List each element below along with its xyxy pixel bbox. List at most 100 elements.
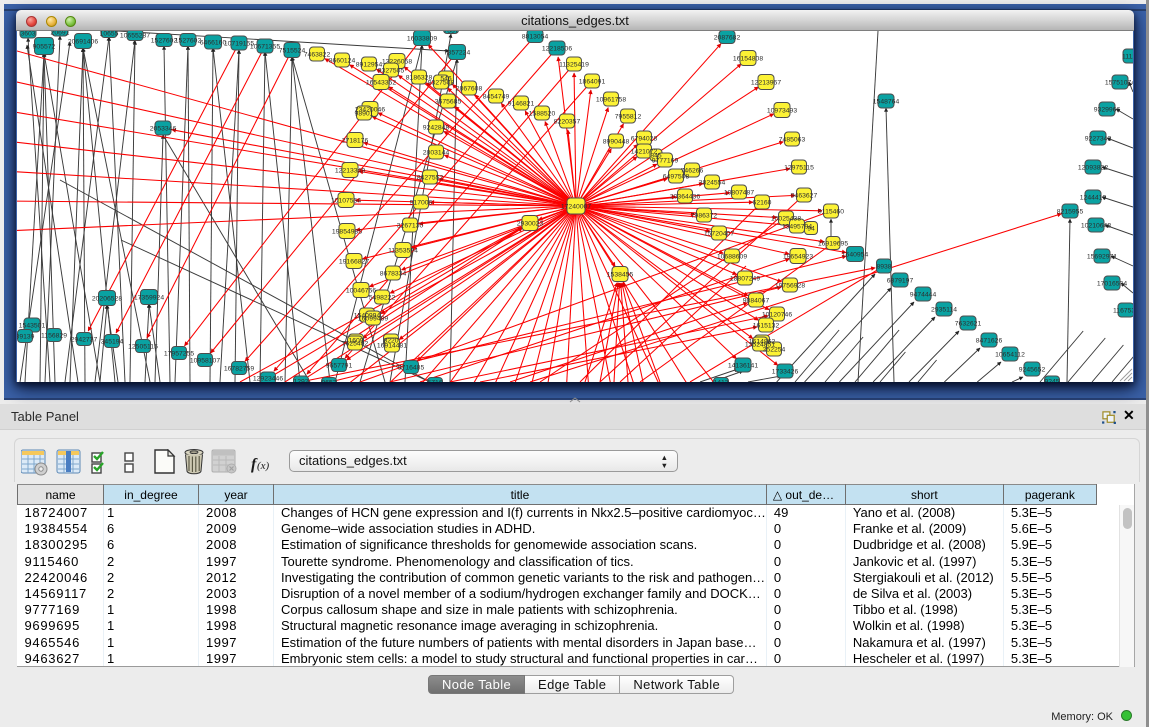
svg-text:1640954: 1640954	[842, 252, 869, 259]
svg-text:20691: 20691	[51, 31, 70, 37]
svg-text:1588520: 1588520	[529, 111, 556, 118]
svg-text:17957255: 17957255	[164, 351, 194, 358]
svg-text:16782759: 16782759	[224, 366, 254, 373]
svg-text:9245: 9245	[1044, 379, 1059, 383]
svg-text:1543501: 1543501	[19, 323, 46, 330]
svg-text:9227342: 9227342	[1085, 136, 1112, 143]
svg-text:5716485: 5716485	[398, 365, 425, 372]
svg-text:5716: 5716	[427, 380, 442, 383]
svg-text:1548764: 1548764	[873, 99, 900, 106]
svg-text:14136141: 14136141	[728, 363, 758, 370]
svg-text:8660124: 8660124	[329, 58, 356, 65]
svg-text:2935114: 2935114	[931, 307, 957, 314]
svg-text:11353594: 11353594	[388, 248, 418, 255]
svg-text:1615132: 1615132	[753, 323, 780, 330]
svg-text:2867608: 2867608	[456, 86, 483, 93]
svg-text:9327505: 9327505	[378, 68, 405, 75]
svg-text:16914481: 16914481	[377, 343, 407, 350]
svg-text:9242848: 9242848	[423, 125, 450, 132]
svg-text:39139: 39139	[17, 334, 35, 341]
svg-text:10210643: 10210643	[1081, 223, 1111, 230]
svg-text:16154808: 16154808	[733, 56, 763, 63]
svg-text:1292: 1292	[293, 379, 308, 383]
svg-text:9245652: 9245652	[1019, 367, 1046, 374]
svg-text:12975115: 12975115	[784, 165, 814, 172]
svg-text:8990448: 8990448	[603, 139, 630, 146]
svg-text:20206528: 20206528	[92, 296, 122, 303]
svg-text:2942737: 2942737	[71, 337, 98, 344]
svg-text:1167533: 1167533	[1113, 308, 1133, 315]
svg-text:10655: 10655	[100, 31, 119, 38]
svg-text:19166827: 19166827	[339, 259, 369, 266]
svg-text:9777169: 9777169	[652, 158, 679, 165]
svg-text:8471626: 8471626	[976, 338, 1003, 345]
svg-text:17016504: 17016504	[1097, 281, 1127, 288]
svg-text:10654112: 10654112	[995, 352, 1025, 359]
svg-text:9474444: 9474444	[910, 292, 937, 299]
svg-text:1733426: 1733426	[772, 369, 799, 376]
svg-text:9146821: 9146821	[508, 101, 535, 108]
svg-text:7463822: 7463822	[304, 52, 331, 59]
svg-text:3603: 3603	[20, 31, 35, 38]
svg-text:6466160: 6466160	[200, 40, 227, 47]
svg-text:12093822: 12093822	[1078, 165, 1108, 172]
svg-text:1527602: 1527602	[175, 38, 202, 45]
svg-text:8813054: 8813054	[522, 34, 549, 41]
svg-text:10120746: 10120746	[762, 312, 792, 319]
svg-text:1413: 1413	[713, 380, 728, 383]
svg-text:7357: 7357	[443, 31, 458, 35]
svg-text:98901: 98901	[355, 111, 374, 118]
svg-text:16033809: 16033809	[407, 36, 437, 43]
svg-text:12505115: 12505115	[128, 344, 158, 351]
svg-text:12213967: 12213967	[751, 80, 781, 87]
svg-text:94: 94	[807, 226, 815, 233]
svg-text:10807487: 10807487	[724, 190, 754, 197]
svg-text:10655287: 10655287	[120, 33, 150, 40]
svg-text:19854985: 19854985	[332, 229, 362, 236]
svg-text:9463627: 9463627	[791, 193, 818, 200]
svg-text:10046766: 10046766	[346, 288, 376, 295]
svg-text:13226058: 13226058	[382, 59, 412, 66]
svg-text:7986372: 7986372	[691, 213, 718, 220]
svg-text:9327508: 9327508	[428, 80, 455, 87]
svg-text:(x): (x)	[257, 460, 270, 472]
svg-text:8454749: 8454749	[483, 94, 510, 101]
svg-text:20691406: 20691406	[68, 39, 98, 46]
svg-text:15692971: 15692971	[1087, 254, 1117, 261]
svg-text:5498222: 5498222	[369, 295, 396, 302]
svg-text:8215955: 8215955	[1057, 209, 1084, 216]
svg-text:20364436: 20364436	[670, 194, 700, 201]
svg-text:2718176: 2718176	[342, 138, 369, 145]
svg-text:2087682: 2087682	[714, 35, 741, 42]
svg-text:7955812: 7955812	[615, 114, 642, 121]
svg-text:17359924: 17359924	[134, 295, 164, 302]
svg-text:10961758: 10961758	[596, 97, 626, 104]
svg-text:905572: 905572	[33, 44, 56, 51]
svg-text:7632621: 7632621	[955, 321, 982, 328]
svg-text:8220357: 8220357	[554, 119, 581, 126]
svg-text:917006: 917006	[410, 200, 433, 207]
svg-text:6794028: 6794028	[631, 136, 658, 143]
svg-text:9657791: 9657791	[326, 363, 353, 370]
svg-text:8427552: 8427552	[417, 175, 444, 182]
svg-text:1538455: 1538455	[607, 272, 634, 279]
svg-text:15720407: 15720407	[704, 231, 734, 238]
svg-text:12923446: 12923446	[253, 376, 283, 383]
svg-text:10973493: 10973493	[767, 108, 797, 115]
svg-text:345194: 345194	[101, 339, 124, 346]
svg-text:3824554: 3824554	[699, 180, 726, 187]
svg-text:19654923: 19654923	[783, 254, 813, 261]
svg-text:11121: 11121	[1122, 54, 1133, 61]
svg-text:9657: 9657	[321, 380, 336, 383]
svg-text:2803144: 2803144	[423, 150, 450, 157]
svg-text:3675685: 3675685	[435, 99, 462, 106]
svg-text:7357224: 7357224	[444, 50, 471, 57]
svg-text:8938: 8938	[876, 264, 891, 271]
svg-text:9115460: 9115460	[818, 209, 844, 216]
svg-text:10958107: 10958107	[190, 358, 220, 365]
svg-text:19756928: 19756928	[775, 283, 805, 290]
svg-text:12218506: 12218506	[542, 46, 572, 53]
svg-text:15751074: 15751074	[1105, 80, 1133, 87]
svg-text:2053346: 2053346	[150, 126, 177, 133]
svg-text:16099489: 16099489	[358, 316, 388, 323]
